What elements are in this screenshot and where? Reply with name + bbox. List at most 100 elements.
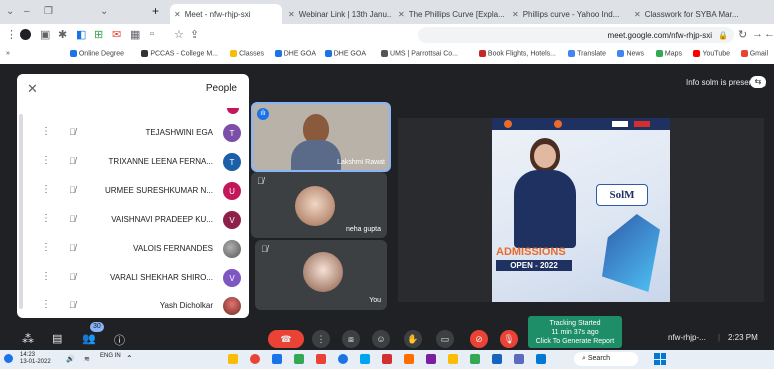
profile-avatar[interactable]: [20, 29, 31, 40]
bookmarks-overflow-icon[interactable]: »: [6, 50, 10, 57]
bookmark-dhe-goa-2[interactable]: DHE GOA: [274, 50, 316, 57]
more-options-button[interactable]: ⋮: [312, 330, 330, 348]
present-toggle-icon[interactable]: ⇆: [750, 76, 766, 88]
star-icon[interactable]: ☆: [174, 28, 184, 41]
chevron-down-icon-2[interactable]: ⌄: [100, 6, 108, 17]
more-menu-icon[interactable]: ⋮: [6, 28, 17, 41]
participant-row[interactable]: ⋮ 🎙̸ TRIXANNE LEENA FERNA... T: [17, 149, 249, 176]
chevron-down-icon[interactable]: ⌄: [6, 6, 14, 17]
forward-icon[interactable]: →: [752, 28, 763, 40]
taskbar-app-icon-9[interactable]: [492, 354, 502, 364]
bookmark-ums[interactable]: UMS | Parrottsai Co...: [381, 50, 458, 57]
more-vert-icon[interactable]: ⋮: [41, 242, 51, 253]
volume-icon[interactable]: 🔊: [66, 355, 75, 363]
close-icon[interactable]: ✕: [27, 81, 38, 97]
bookmark-online-degree[interactable]: Online Degree: [69, 50, 124, 57]
video-tile-neha[interactable]: 🎙̸ neha gupta: [251, 172, 387, 238]
participant-row[interactable]: ⋮ 🎙̸ VALOIS FERNANDES: [17, 236, 249, 263]
mic-off-icon[interactable]: 🎙̸: [69, 272, 76, 282]
more-vert-icon[interactable]: ⋮: [41, 213, 51, 224]
raise-hand-button[interactable]: ✋: [404, 330, 422, 348]
close-icon[interactable]: ✕: [634, 10, 641, 19]
bookmark-classes[interactable]: Classes: [230, 50, 264, 57]
file-explorer-icon[interactable]: [448, 354, 458, 364]
taskbar-app-icon-2[interactable]: [272, 354, 282, 364]
video-tile-self[interactable]: 🎙̸ You: [255, 240, 387, 310]
chrome-icon[interactable]: [250, 354, 260, 364]
omnibox[interactable]: meet.google.com/nfw-rhjp-sxi 🔒: [418, 27, 734, 43]
extension-icon-5[interactable]: ▫: [150, 28, 154, 40]
more-vert-icon[interactable]: ⋮: [41, 155, 51, 166]
captions-button[interactable]: ▭: [436, 330, 454, 348]
mic-off-icon[interactable]: 🎙̸: [69, 185, 76, 195]
tab-phillips-yahoo[interactable]: ✕ Phillips curve - Yahoo Ind...: [508, 4, 628, 24]
close-icon[interactable]: ✕: [288, 10, 295, 19]
tracking-notice[interactable]: Tracking Started 11 min 37s ago Click To…: [528, 316, 622, 348]
present-button[interactable]: ⧈: [342, 330, 360, 348]
mic-off-button[interactable]: 🎙: [500, 330, 518, 348]
tab-webinar[interactable]: ✕ Webinar Link | 13th Janu...: [284, 4, 392, 24]
close-icon[interactable]: ✕: [174, 10, 181, 19]
people-icon[interactable]: 👥: [82, 332, 96, 345]
puzzle-icon[interactable]: ✱: [58, 28, 67, 41]
mic-off-icon[interactable]: 🎙̸: [69, 243, 76, 253]
mic-off-icon[interactable]: 🎙̸: [69, 214, 76, 224]
bookmark-gmail[interactable]: Gmail: [740, 50, 768, 57]
tab-meet[interactable]: ✕ Meet - nfw-rhjp-sxi: [170, 4, 282, 24]
bookmark-maps[interactable]: Maps: [655, 50, 682, 57]
window-icon[interactable]: ▣: [40, 28, 50, 41]
tray-icon[interactable]: ⌃: [126, 354, 133, 363]
taskbar-app-icon-5[interactable]: [382, 354, 392, 364]
more-vert-icon[interactable]: ⋮: [41, 184, 51, 195]
share-icon[interactable]: ⇪: [190, 28, 199, 41]
participant-row[interactable]: ⋮ 🎙̸ VAISHNAVI PRADEEP KU... V: [17, 207, 249, 234]
bookmark-news[interactable]: News: [617, 50, 644, 57]
more-vert-icon[interactable]: ⋮: [41, 299, 51, 310]
participant-row[interactable]: ⋮ 🎙̸ VARALI SHEKHAR SHIRO... V: [17, 265, 249, 292]
tab-phillips-explained[interactable]: ✕ The Phillips Curve [Expla...: [394, 4, 506, 24]
system-clock[interactable]: 14:23 13-01-2022: [20, 352, 51, 366]
bookmark-pccas[interactable]: PCCAS - College M...: [141, 50, 218, 57]
taskbar-app-icon-8[interactable]: [470, 354, 480, 364]
participant-row[interactable]: ⋮ 🎙̸ Yash Dicholkar: [17, 293, 249, 320]
edge-icon[interactable]: [338, 354, 348, 364]
taskbar-app-icon-7[interactable]: [426, 354, 436, 364]
emoji-button[interactable]: ☺: [372, 330, 390, 348]
minimize-icon[interactable]: –: [24, 6, 30, 17]
new-tab-icon[interactable]: +: [152, 4, 159, 18]
bookmark-dhe-goa[interactable]: DHE GOA: [324, 50, 366, 57]
video-tile-lakshmi[interactable]: ılı Lakshmi Rawat: [251, 102, 391, 172]
mic-off-icon[interactable]: 🎙̸: [69, 156, 76, 166]
mic-off-icon[interactable]: 🎙̸: [69, 127, 76, 137]
bookmark-youtube[interactable]: YouTube: [693, 50, 730, 57]
back-icon[interactable]: ←: [764, 28, 774, 40]
bookmark-flights[interactable]: Book Flights, Hotels...: [478, 50, 556, 57]
activities-icon[interactable]: ⁂: [22, 332, 34, 346]
wifi-icon[interactable]: ≋: [84, 355, 90, 363]
extension-icon[interactable]: ◧: [76, 28, 86, 41]
close-icon[interactable]: ✕: [512, 10, 519, 19]
taskbar-app-icon[interactable]: [228, 354, 238, 364]
tab-classwork[interactable]: ✕ Classwork for SYBA Mar...: [630, 4, 774, 24]
taskbar-app-icon-4[interactable]: [316, 354, 326, 364]
language-indicator[interactable]: ENG IN: [100, 353, 121, 359]
taskbar-app-icon-6[interactable]: [404, 354, 414, 364]
extension-icon-3[interactable]: ✉: [112, 28, 121, 41]
more-vert-icon[interactable]: ⋮: [41, 126, 51, 137]
taskbar-app-icon-3[interactable]: [294, 354, 304, 364]
taskbar-search[interactable]: ⌕ Search: [574, 352, 638, 366]
extension-icon-2[interactable]: ⊞: [94, 28, 103, 41]
participant-row[interactable]: ⋮ 🎙̸ TEJASHWINI EGA T: [17, 120, 249, 147]
notification-icon[interactable]: [4, 354, 13, 363]
mic-off-icon[interactable]: 🎙̸: [69, 300, 76, 310]
close-icon[interactable]: ✕: [398, 10, 405, 19]
leave-call-button[interactable]: ☎: [268, 330, 304, 348]
store-icon[interactable]: [360, 354, 370, 364]
reload-icon[interactable]: ↻: [738, 28, 747, 41]
participant-row[interactable]: ⋮ 🎙̸ URMEE SURESHKUMAR N... U: [17, 178, 249, 205]
taskbar-app-icon-11[interactable]: [536, 354, 546, 364]
more-vert-icon[interactable]: ⋮: [41, 271, 51, 282]
taskbar-app-icon-10[interactable]: [514, 354, 524, 364]
restore-icon[interactable]: ❐: [44, 6, 53, 17]
chat-icon[interactable]: ▤: [52, 332, 62, 345]
